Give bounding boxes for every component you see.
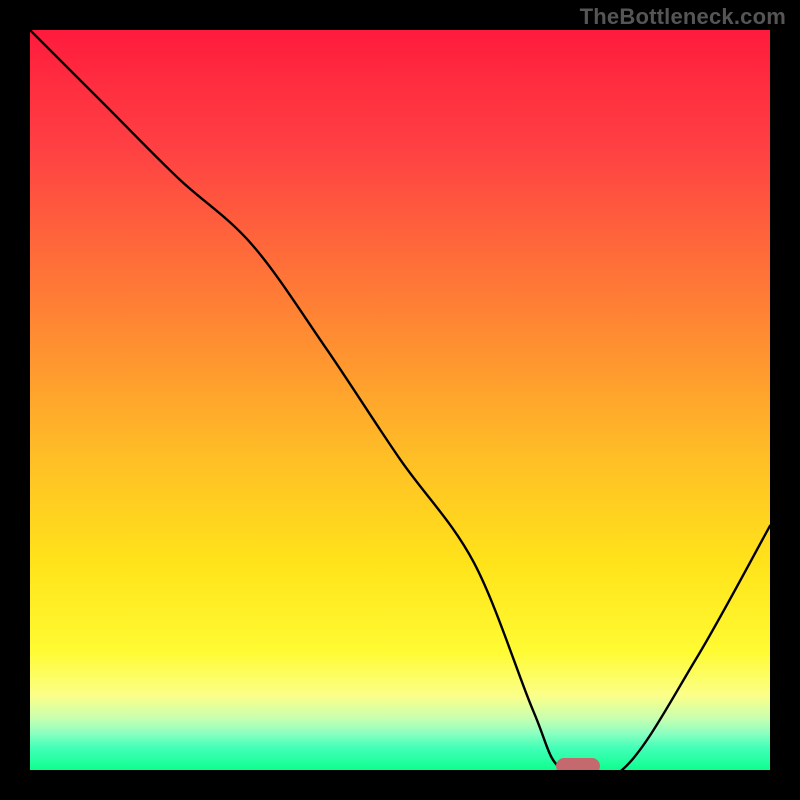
chart-frame: TheBottleneck.com	[0, 0, 800, 800]
gradient-background	[30, 30, 770, 770]
optimal-marker	[556, 758, 600, 770]
plot-area	[30, 30, 770, 770]
watermark-text: TheBottleneck.com	[580, 4, 786, 30]
